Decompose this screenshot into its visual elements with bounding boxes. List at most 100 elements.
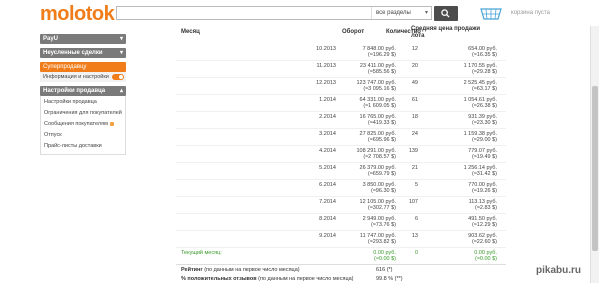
avg-price-cell: 1 159.38 руб. (≈29.00 $) xyxy=(464,131,497,143)
avg-usd: (≈16.35 $) xyxy=(471,52,497,58)
sidebar-section-seller-settings[interactable]: Настройки продавца ▴ xyxy=(40,86,126,96)
scrollbar-thumb[interactable] xyxy=(592,86,598,251)
turnover-cell: 23 411.00 руб. (≈585.56 $) xyxy=(360,63,396,75)
turnover-cell: 26 379.00 руб. (≈659.79 $) xyxy=(360,165,396,177)
turnover-cell: 16 765.00 руб. (≈419.33 $) xyxy=(360,114,396,126)
sidebar-section-label: Неусленные сделки xyxy=(43,50,103,56)
search-icon xyxy=(441,9,450,18)
table-row: 6.2014 3 850.00 руб. (≈96.30 $) 5 770.00 руб… xyxy=(176,180,506,197)
positive-feedback-row: % положительных отзывов (по данным на пе… xyxy=(176,276,506,283)
count-cell: 61 xyxy=(411,97,418,103)
positive-label: % положительных отзывов xyxy=(181,276,257,282)
sidebar: PayU ▾ Неусленные сделки ▾ Суперпродавцу… xyxy=(40,34,126,155)
sidebar-item-price-lists[interactable]: Прайс-листы доставки xyxy=(41,141,125,152)
avg-usd: (≈2.83 $) xyxy=(475,205,497,211)
avg-price-cell: 1 054.61 руб. (≈26.38 $) xyxy=(464,97,497,109)
column-header-avg-price: Средняя цена продажи лота xyxy=(411,26,480,40)
cart-status[interactable]: корзина пуста xyxy=(511,10,550,16)
month-cell: 1.2014 xyxy=(319,97,336,103)
avg-price-cell: 779.07 руб. (≈19.49 $) xyxy=(468,148,497,160)
positive-note: (по данным на первое число месяца) xyxy=(258,276,354,282)
turnover-cell: 12 105.00 руб. (≈302.77 $) xyxy=(360,199,396,211)
turnover-usd: (≈1 609.05 $) xyxy=(363,103,396,109)
avg-price-cell: 113.13 руб. (≈2.83 $) xyxy=(469,199,497,211)
page: molotok все разделы ▾ корзина пуста PayU… xyxy=(0,0,600,283)
chevron-down-icon: ▾ xyxy=(119,36,123,42)
sidebar-item-vacation[interactable]: Отпуск xyxy=(41,130,125,141)
current-month-turnover: 0.00 руб. (≈0.00 $) xyxy=(373,250,396,262)
avg-price-cell: 654.00 руб. (≈16.35 $) xyxy=(468,46,497,58)
chevron-down-icon: ▾ xyxy=(424,10,428,16)
count-cell: 49 xyxy=(411,80,418,86)
avg-price-cell: 1 170.55 руб. (≈29.28 $) xyxy=(464,63,497,75)
month-cell: 2.2014 xyxy=(319,114,336,120)
count-cell: 24 xyxy=(411,131,418,137)
turnover-usd: (≈2 708.57 $) xyxy=(363,154,396,160)
turnover-usd: (≈0.00 $) xyxy=(374,256,396,262)
lock-icon xyxy=(109,121,114,126)
chevron-up-icon: ▴ xyxy=(119,88,123,94)
avg-usd: (≈63.17 $) xyxy=(471,86,497,92)
sidebar-section-payu[interactable]: PayU ▾ xyxy=(40,34,126,44)
table-row: 12.2013 123 747.00 руб. (≈3 095.16 $) 49 2 5… xyxy=(176,78,506,95)
rating-label: Рейтинг xyxy=(181,267,203,273)
logo[interactable]: molotok xyxy=(40,3,115,26)
month-cell: 4.2014 xyxy=(319,148,336,154)
sidebar-info-settings-label: Информация и настройки xyxy=(43,74,109,80)
table-row: 1.2014 64 331.00 руб. (≈1 609.05 $) 61 1 054… xyxy=(176,95,506,112)
current-month-count: 0 xyxy=(414,250,418,256)
avg-price-cell: 903.62 руб. (≈22.60 $) xyxy=(468,233,497,245)
table-header: Месяц Оборот Количество Средняя цена про… xyxy=(176,26,506,44)
sidebar-info-settings[interactable]: Информация и настройки xyxy=(40,72,126,82)
sidebar-section-label: PayU xyxy=(43,36,59,42)
avg-usd: (≈31.42 $) xyxy=(471,171,497,177)
sidebar-superseller-label: Суперпродавцу xyxy=(43,64,87,70)
table-row: 2.2014 16 765.00 руб. (≈419.33 $) 18 931.39 … xyxy=(176,112,506,129)
turnover-cell: 2 949.00 руб. (≈73.76 $) xyxy=(363,216,396,228)
turnover-usd: (≈585.56 $) xyxy=(367,69,396,75)
count-cell: 21 xyxy=(411,165,418,171)
sidebar-item-seller-settings[interactable]: Настройки продавца xyxy=(41,97,125,108)
current-month-avg: 0.00 руб. (≈0.00 $) xyxy=(474,250,497,262)
sidebar-list: Настройки продавца Ограничения для покуп… xyxy=(40,96,126,155)
sidebar-item-buyer-restrictions[interactable]: Ограничения для покупателей xyxy=(41,108,125,119)
category-select[interactable]: все разделы ▾ xyxy=(371,7,431,19)
avg-usd: (≈19.26 $) xyxy=(471,188,497,194)
cart-icon[interactable] xyxy=(480,5,502,22)
turnover-usd: (≈73.76 $) xyxy=(370,222,396,228)
current-month-label: Текущий месяц: xyxy=(181,250,222,256)
turnover-usd: (≈419.33 $) xyxy=(367,120,396,126)
sidebar-section-unpaid-deals[interactable]: Неусленные сделки ▾ xyxy=(40,48,126,58)
category-select-value: все разделы xyxy=(376,10,411,16)
sidebar-section-label: Настройки продавца xyxy=(43,88,106,94)
sales-table: Месяц Оборот Количество Средняя цена про… xyxy=(176,26,506,283)
avg-usd: (≈29.28 $) xyxy=(471,69,497,75)
table-row: 11.2013 23 411.00 руб. (≈585.56 $) 20 1 170.… xyxy=(176,61,506,78)
sidebar-item-label: Сообщения покупателям xyxy=(44,121,108,127)
avg-usd: (≈26.38 $) xyxy=(471,103,497,109)
toggle-switch[interactable] xyxy=(112,74,124,80)
table-row-current-month: Текущий месяц: 0.00 руб. (≈0.00 $) 0 0.0… xyxy=(176,248,506,265)
search-button[interactable] xyxy=(434,6,458,21)
avg-usd: (≈29.00 $) xyxy=(471,137,497,143)
turnover-usd: (≈96.30 $) xyxy=(370,188,396,194)
positive-text: % положительных отзывов (по данным на пе… xyxy=(181,276,366,282)
count-cell: 107 xyxy=(408,199,418,205)
avg-price-cell: 931.39 руб. (≈23.30 $) xyxy=(468,114,497,126)
table-row: 10.2013 7 848.00 руб. (≈196.29 $) 12 654.00 … xyxy=(176,44,506,61)
sidebar-item-messages[interactable]: Сообщения покупателям xyxy=(41,119,125,130)
avg-price-cell: 1 256.14 руб. (≈31.42 $) xyxy=(464,165,497,177)
positive-value: 99.8 % (**) xyxy=(376,276,403,282)
avg-price-cell: 491.50 руб. (≈12.29 $) xyxy=(468,216,497,228)
table-row: 3.2014 27 825.00 руб. (≈695.96 $) 24 1 159.3… xyxy=(176,129,506,146)
turnover-usd: (≈302.77 $) xyxy=(367,205,396,211)
count-cell: 5 xyxy=(414,182,418,188)
turnover-cell: 27 825.00 руб. (≈695.96 $) xyxy=(360,131,396,143)
month-cell: 10.2013 xyxy=(316,46,336,52)
sidebar-superseller[interactable]: Суперпродавцу xyxy=(40,62,126,72)
column-header-avg-price-line2: лота xyxy=(411,33,425,39)
search-input[interactable]: все разделы ▾ xyxy=(116,6,432,20)
chevron-down-icon: ▾ xyxy=(119,50,123,56)
turnover-usd: (≈695.96 $) xyxy=(367,137,396,143)
scrollbar[interactable] xyxy=(590,26,599,283)
